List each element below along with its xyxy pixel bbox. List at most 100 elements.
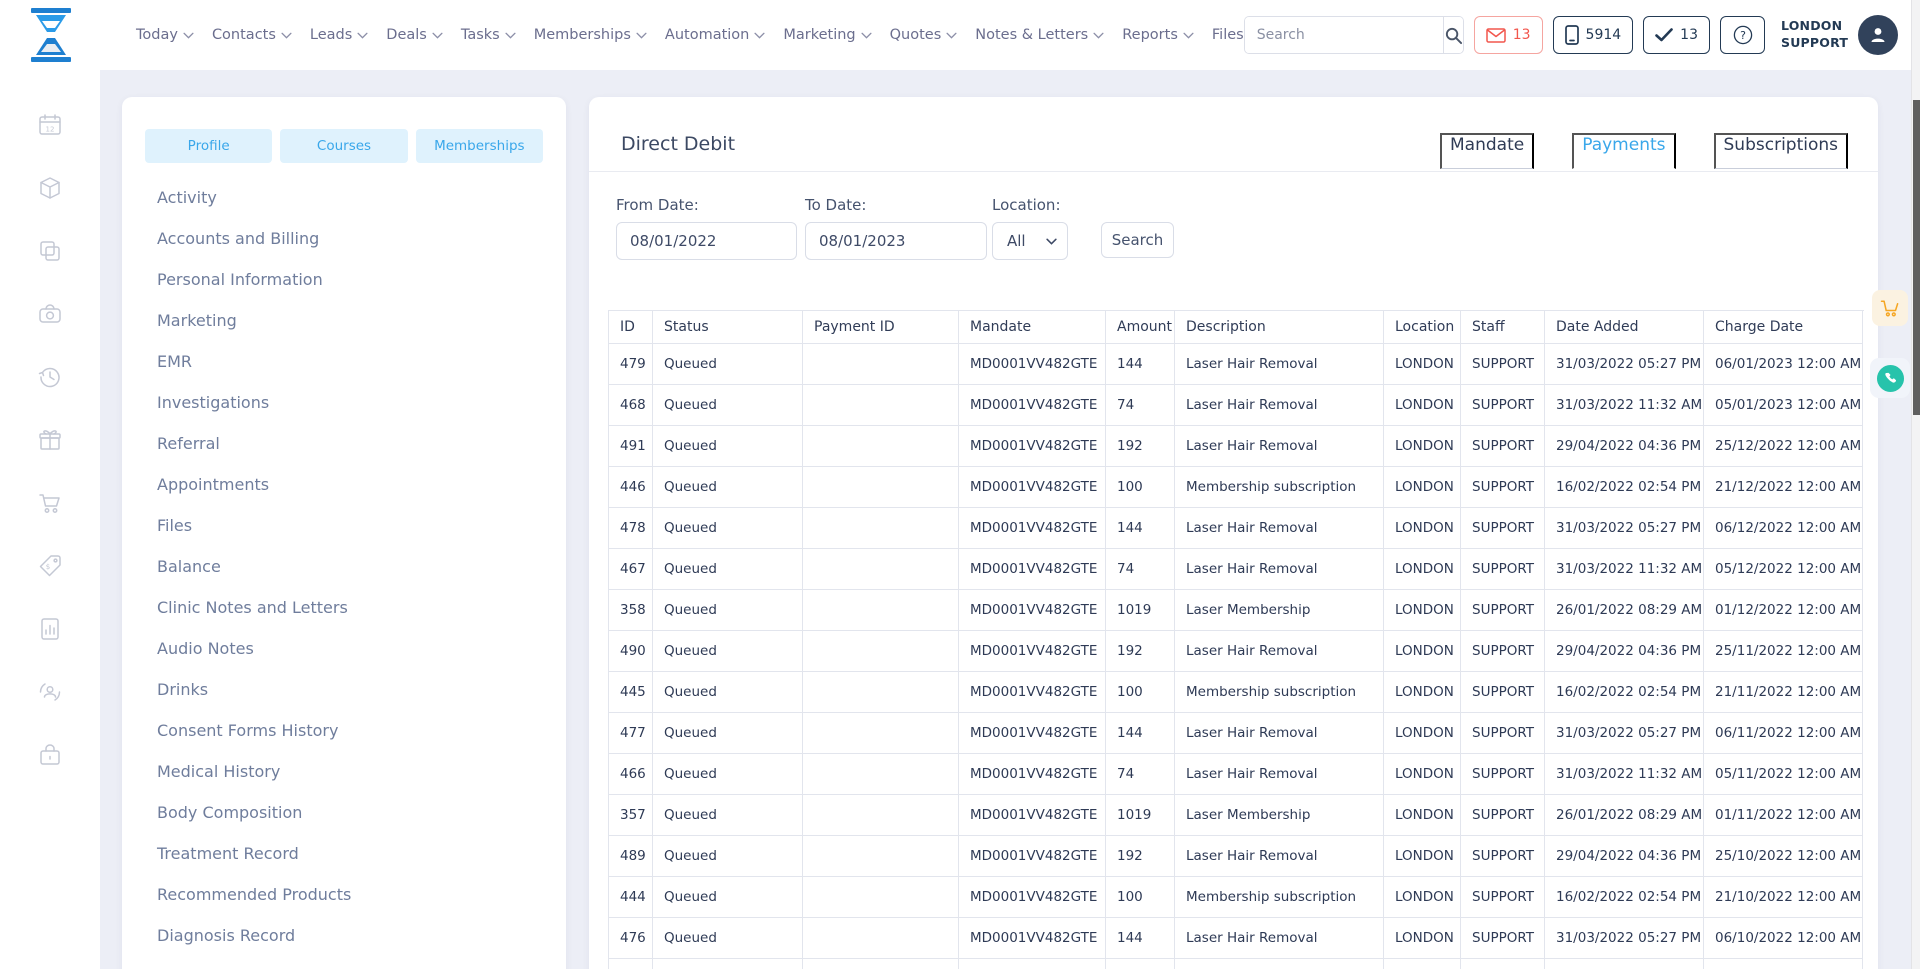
search-input[interactable] <box>1245 17 1443 53</box>
cell-charge-date: 05/12/2022 12:00 AM <box>1704 549 1863 590</box>
scrollbar-thumb[interactable] <box>1913 100 1920 415</box>
nav-item[interactable]: Automation <box>665 27 765 43</box>
cell-location: LONDON <box>1384 631 1461 672</box>
client-menu-item[interactable]: Treatment Record <box>145 833 543 874</box>
cell-mandate: MD0001VV482GTE <box>959 959 1106 969</box>
calendar-icon[interactable]: 12 <box>37 112 63 138</box>
cell-date-added: 16/02/2022 02:54 PM <box>1545 877 1704 918</box>
location-label: Location: <box>992 196 1061 214</box>
cell-location: LONDON <box>1384 836 1461 877</box>
client-menu-item[interactable]: Appointments <box>145 464 543 505</box>
client-menu-item[interactable]: EMR <box>145 341 543 382</box>
client-menu-item[interactable]: Marketing <box>145 300 543 341</box>
cell-id: 468 <box>609 385 653 426</box>
location-select[interactable]: All <box>992 222 1068 260</box>
client-menu-item[interactable]: Consent Forms History <box>145 710 543 751</box>
cell-description: Laser Hair Removal <box>1175 344 1384 385</box>
nav-item[interactable]: Contacts <box>212 27 292 43</box>
nav-item[interactable]: Quotes <box>890 27 958 43</box>
client-menu-item[interactable]: Direct Debit <box>145 956 543 969</box>
price-tag-icon[interactable]: $ <box>37 553 63 579</box>
nav-item[interactable]: Marketing <box>783 27 871 43</box>
cell-id: 489 <box>609 836 653 877</box>
client-menu-item[interactable]: Medical History <box>145 751 543 792</box>
nav-item[interactable]: Reports <box>1122 27 1194 43</box>
to-date-input[interactable] <box>805 222 987 260</box>
tasks-badge[interactable]: 13 <box>1643 16 1710 54</box>
cell-description: Laser Membership <box>1175 795 1384 836</box>
report-icon[interactable] <box>37 616 63 642</box>
chevron-down-icon <box>1046 238 1057 245</box>
client-menu-item[interactable]: Body Composition <box>145 792 543 833</box>
client-menu-item[interactable]: Accounts and Billing <box>145 218 543 259</box>
cell-charge-date: 25/12/2022 12:00 AM <box>1704 426 1863 467</box>
table-header-row: IDStatusPayment IDMandateAmountDescripti… <box>609 311 1864 344</box>
windows-icon[interactable] <box>37 238 63 264</box>
client-tab[interactable]: Memberships <box>416 129 543 163</box>
cell-status: Queued <box>653 467 803 508</box>
payments-table: IDStatusPayment IDMandateAmountDescripti… <box>608 310 1864 969</box>
client-menu-item[interactable]: Drinks <box>145 669 543 710</box>
question-icon: ? <box>1733 25 1753 45</box>
cell-mandate: MD0001VV482GTE <box>959 508 1106 549</box>
cell-date-added: 31/03/2022 11:32 AM <box>1545 754 1704 795</box>
avatar[interactable] <box>1858 15 1898 55</box>
client-menu-item[interactable]: Activity <box>145 177 543 218</box>
nav-item[interactable]: Notes & Letters <box>975 27 1104 43</box>
cell-amount: 74 <box>1106 549 1175 590</box>
nav-item[interactable]: Tasks <box>461 27 516 43</box>
direct-debit-tab[interactable]: Payments <box>1572 133 1675 169</box>
camera-icon[interactable] <box>37 301 63 327</box>
cell-date-added: 31/03/2022 11:32 AM <box>1545 959 1704 969</box>
search-icon[interactable] <box>1443 17 1463 53</box>
sms-badge[interactable]: 5914 <box>1553 16 1634 54</box>
floating-cart-button[interactable] <box>1872 290 1908 326</box>
cell-payment-id <box>803 836 959 877</box>
nav-item[interactable]: Deals <box>386 27 443 43</box>
history-icon[interactable] <box>37 364 63 390</box>
column-header: Status <box>653 311 803 344</box>
client-menu-item[interactable]: Diagnosis Record <box>145 915 543 956</box>
client-menu-item[interactable]: Referral <box>145 423 543 464</box>
panel-header: Direct Debit MandatePaymentsSubscription… <box>589 97 1878 172</box>
client-tab[interactable]: Profile <box>145 129 272 163</box>
from-date-label: From Date: <box>616 196 699 214</box>
cell-location: LONDON <box>1384 385 1461 426</box>
help-button[interactable]: ? <box>1720 16 1765 54</box>
table-row: 478 Queued MD0001VV482GTE 144 Laser Hair… <box>609 508 1864 549</box>
gift-icon[interactable] <box>37 427 63 453</box>
cell-location: LONDON <box>1384 877 1461 918</box>
case-lock-icon[interactable] <box>37 742 63 768</box>
from-date-input[interactable] <box>616 222 797 260</box>
cell-status: Queued <box>653 713 803 754</box>
nav-item[interactable]: Files <box>1212 27 1244 43</box>
cell-staff: SUPPORT <box>1461 918 1545 959</box>
nav-item[interactable]: Memberships <box>534 27 647 43</box>
client-menu-item[interactable]: Personal Information <box>145 259 543 300</box>
cell-charge-date: 06/01/2023 12:00 AM <box>1704 344 1863 385</box>
floating-phone-button[interactable] <box>1870 358 1910 398</box>
package-icon[interactable] <box>37 175 63 201</box>
messages-badge[interactable]: 13 <box>1474 16 1543 54</box>
nav-item[interactable]: Leads <box>310 27 368 43</box>
column-header: ID <box>609 311 653 344</box>
filter-search-button[interactable]: Search <box>1101 222 1174 258</box>
app-logo-icon[interactable] <box>28 8 74 62</box>
client-menu-item[interactable]: Clinic Notes and Letters <box>145 587 543 628</box>
direct-debit-tab[interactable]: Mandate <box>1440 133 1534 169</box>
cell-location: LONDON <box>1384 918 1461 959</box>
cart-icon[interactable] <box>37 490 63 516</box>
nav-item[interactable]: Today <box>136 27 194 43</box>
cell-staff: SUPPORT <box>1461 713 1545 754</box>
client-menu-item[interactable]: Recommended Products <box>145 874 543 915</box>
direct-debit-tab[interactable]: Subscriptions <box>1714 133 1848 169</box>
client-menu-item[interactable]: Investigations <box>145 382 543 423</box>
cell-location: LONDON <box>1384 549 1461 590</box>
cell-payment-id <box>803 877 959 918</box>
support-icon[interactable] <box>37 679 63 705</box>
client-menu-item[interactable]: Files <box>145 505 543 546</box>
client-tab[interactable]: Courses <box>280 129 407 163</box>
client-menu-item[interactable]: Audio Notes <box>145 628 543 669</box>
client-menu-item[interactable]: Balance <box>145 546 543 587</box>
cell-payment-id <box>803 549 959 590</box>
